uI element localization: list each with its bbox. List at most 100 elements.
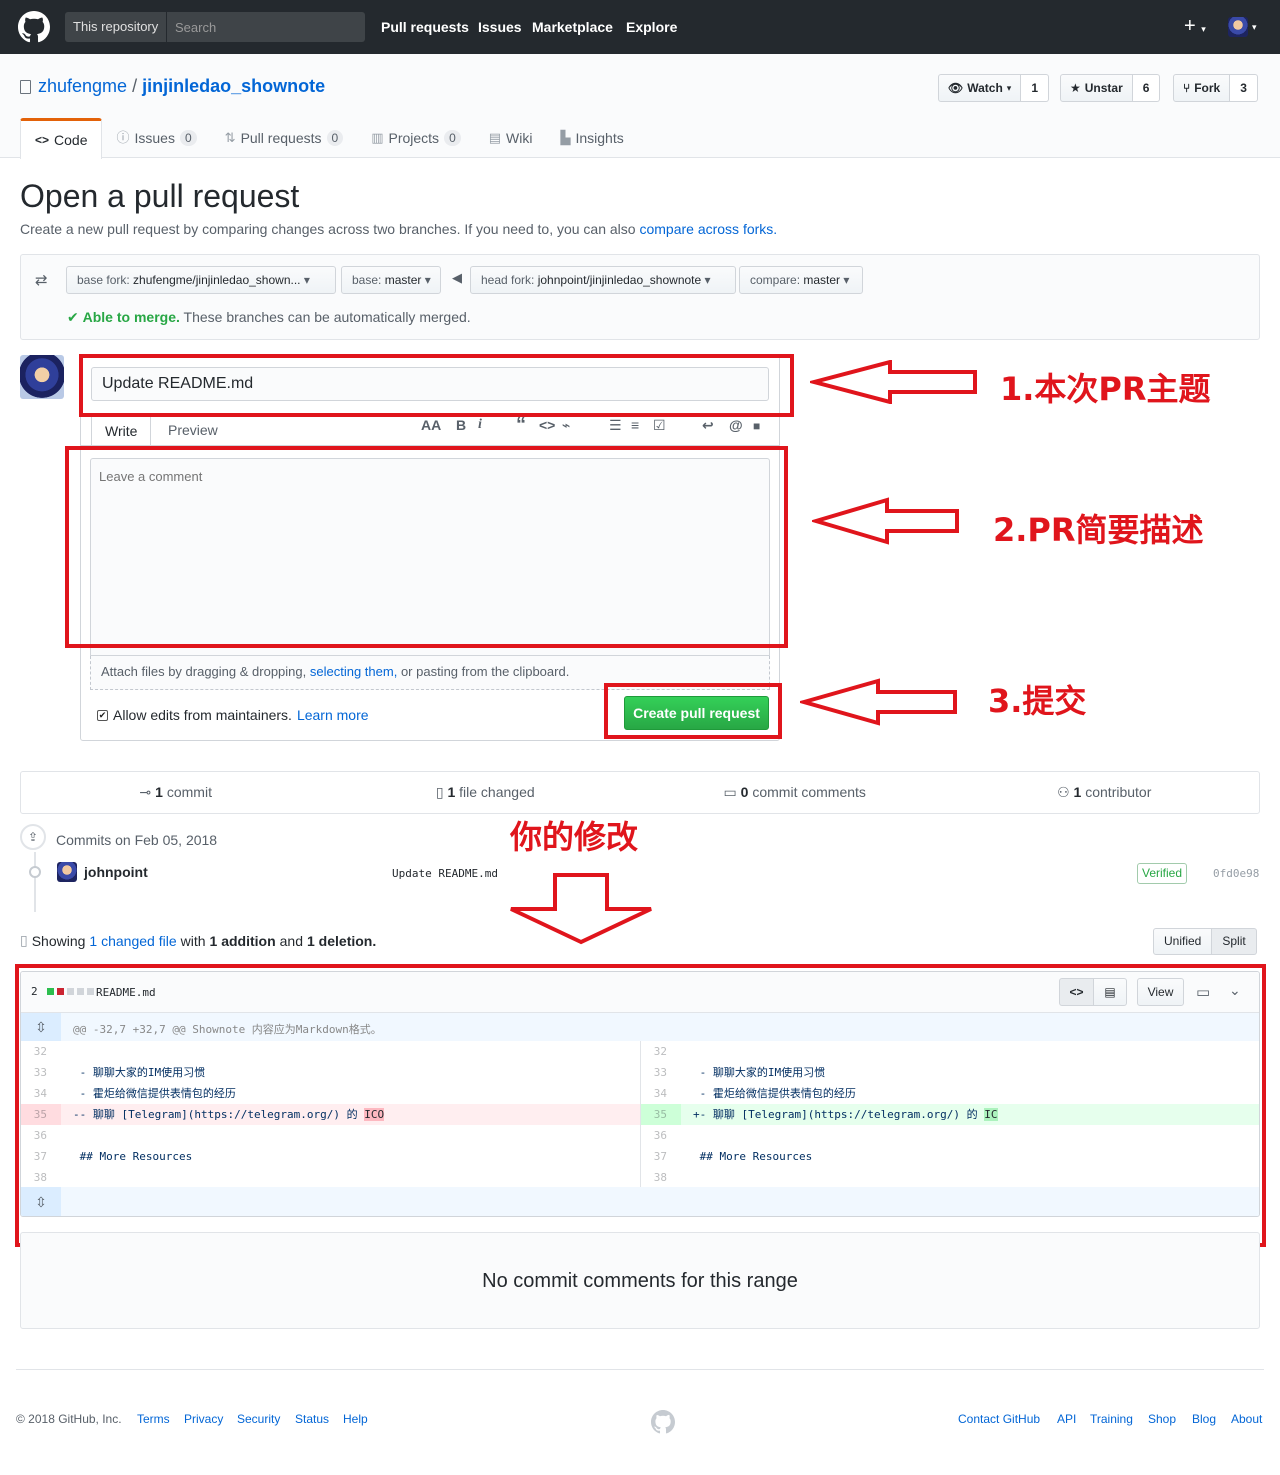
unstar-button[interactable]: ★ Unstar	[1060, 74, 1133, 102]
text-size-icon[interactable]: AA	[421, 417, 441, 433]
github-mark-icon[interactable]	[651, 1410, 675, 1434]
nav-explore[interactable]: Explore	[626, 0, 677, 54]
tab-preview[interactable]: Preview	[155, 414, 231, 446]
footer-link-help[interactable]: Help	[343, 1412, 368, 1426]
rich-diff-button[interactable]: ▤	[1093, 978, 1127, 1006]
italic-icon[interactable]: i	[478, 417, 482, 433]
fork-button[interactable]: ⑂ Fork	[1173, 74, 1231, 102]
commit-message-link[interactable]: Update README.md	[392, 867, 498, 880]
verified-badge[interactable]: Verified	[1137, 863, 1188, 884]
split-view-button[interactable]: Split	[1212, 928, 1257, 955]
line-number[interactable]: 35	[641, 1104, 681, 1125]
footer-link-status[interactable]: Status	[295, 1412, 329, 1426]
head-fork-select[interactable]: head fork: johnpoint/jinjinledao_shownot…	[470, 266, 736, 294]
line-number[interactable]: 36	[641, 1125, 681, 1146]
footer-link-about[interactable]: About	[1231, 1412, 1262, 1426]
tab-issues[interactable]: ⓘ Issues 0	[102, 118, 210, 158]
file-diff-icon: ▯	[435, 784, 444, 800]
changed-files-link[interactable]: 1 changed file	[89, 933, 176, 949]
nav-pull-requests[interactable]: Pull requests	[381, 0, 469, 54]
line-number[interactable]: 34	[21, 1083, 61, 1104]
expand-icon[interactable]: ⇳	[21, 1013, 61, 1041]
stat-files[interactable]: ▯ 1 file changed	[331, 772, 641, 813]
watch-button[interactable]: 👁 Watch ▾	[938, 74, 1022, 102]
expand-icon[interactable]: ⇳	[21, 1187, 61, 1216]
footer-link-security[interactable]: Security	[237, 1412, 280, 1426]
quote-icon[interactable]: “	[516, 414, 526, 437]
ordered-list-icon[interactable]: ≡	[631, 417, 639, 433]
commit-author-avatar[interactable]	[57, 862, 77, 882]
line-number[interactable]: 32	[641, 1041, 681, 1062]
desktop-icon[interactable]: ▭	[1196, 983, 1210, 1001]
line-number[interactable]: 37	[641, 1146, 681, 1167]
nav-issues[interactable]: Issues	[478, 0, 522, 54]
watch-count[interactable]: 1	[1021, 74, 1050, 102]
source-diff-button[interactable]: <>	[1059, 978, 1094, 1006]
footer-link-blog[interactable]: Blog	[1192, 1412, 1216, 1426]
task-list-icon[interactable]: ☑	[653, 417, 666, 434]
line-number[interactable]: 38	[21, 1167, 61, 1188]
compare-branch-select[interactable]: compare: master ▾	[739, 266, 863, 294]
tab-insights[interactable]: ▙ Insights	[546, 118, 637, 158]
line-number[interactable]: 38	[641, 1167, 681, 1188]
stat-comments[interactable]: ▭ 0 commit comments	[640, 772, 950, 813]
repo-name-link[interactable]: jinjinledao_shownote	[142, 76, 325, 96]
user-avatar-menu[interactable]	[1228, 17, 1248, 37]
line-number[interactable]: 36	[21, 1125, 61, 1146]
line-number[interactable]: 35	[21, 1104, 61, 1125]
unordered-list-icon[interactable]: ☰	[609, 417, 622, 434]
file-diff: 2 README.md <> ▤ View ▭ ⌄ ⇳ @@ -32,7 +32…	[20, 971, 1260, 1217]
caret-down-icon[interactable]: ▾	[1252, 22, 1257, 33]
commit-sha-link[interactable]: 0fd0e98	[1213, 867, 1259, 880]
file-name-link[interactable]: README.md	[96, 986, 156, 999]
code-icon: <>	[35, 133, 50, 147]
base-fork-select[interactable]: base fork: zhufengme/jinjinledao_shown..…	[66, 266, 336, 294]
footer-link-contact[interactable]: Contact GitHub	[958, 1412, 1040, 1426]
chevron-down-icon[interactable]: ⌄	[1229, 982, 1241, 999]
star-count[interactable]: 6	[1132, 74, 1161, 102]
line-number[interactable]: 32	[21, 1041, 61, 1062]
code-text: - 霍炬给微信提供表情包的经历	[693, 1087, 856, 1100]
select-files-link[interactable]: selecting them,	[310, 664, 397, 679]
view-file-button[interactable]: View	[1137, 978, 1184, 1006]
line-number[interactable]: 37	[21, 1146, 61, 1167]
saved-replies-icon[interactable]: ■	[753, 419, 760, 433]
allow-edits-checkbox[interactable]: ✔	[97, 709, 108, 721]
caret-down-icon: ▾	[1006, 83, 1012, 93]
nav-marketplace[interactable]: Marketplace	[532, 0, 613, 54]
line-number[interactable]: 34	[641, 1083, 681, 1104]
create-new-button[interactable]: + ▾	[1184, 16, 1206, 39]
tab-projects[interactable]: ▥ Projects 0	[357, 118, 475, 158]
line-number[interactable]: 33	[641, 1062, 681, 1083]
author-avatar[interactable]	[20, 355, 64, 399]
footer-link-shop[interactable]: Shop	[1148, 1412, 1176, 1426]
mention-icon[interactable]: @	[729, 417, 743, 433]
footer-link-training[interactable]: Training	[1090, 1412, 1133, 1426]
footer-link-api[interactable]: API	[1057, 1412, 1076, 1426]
github-logo-icon[interactable]	[18, 11, 50, 43]
footer-link-privacy[interactable]: Privacy	[184, 1412, 223, 1426]
tab-wiki[interactable]: ▤ Wiki	[475, 118, 547, 158]
code-icon[interactable]: <>	[539, 417, 555, 433]
reply-icon[interactable]: ↩	[702, 417, 714, 434]
stat-comments-label: commit comments	[752, 784, 866, 800]
line-number[interactable]: 33	[21, 1062, 61, 1083]
stat-contributors[interactable]: ⚇ 1 contributor	[950, 772, 1260, 813]
hunk-footer: ⇳	[21, 1187, 1259, 1216]
fork-count[interactable]: 3	[1230, 74, 1258, 102]
unified-view-button[interactable]: Unified	[1153, 928, 1213, 955]
tab-pull-requests[interactable]: ⇅ Pull requests 0	[211, 118, 358, 158]
commit-author-link[interactable]: johnpoint	[84, 864, 148, 880]
tab-write[interactable]: Write	[91, 414, 152, 446]
search-input[interactable]	[167, 12, 357, 42]
base-branch-select[interactable]: base: master ▾	[341, 266, 441, 294]
learn-more-link[interactable]: Learn more	[297, 707, 369, 723]
footer-link-terms[interactable]: Terms	[137, 1412, 170, 1426]
link-icon[interactable]: ⌁	[562, 417, 570, 434]
stat-commits[interactable]: ⊸ 1 commit	[21, 772, 331, 813]
bold-icon[interactable]: B	[456, 417, 466, 433]
tab-code[interactable]: <> Code	[20, 118, 103, 159]
compare-across-forks-link[interactable]: compare across forks.	[639, 221, 777, 237]
repo-owner-link[interactable]: zhufengme	[38, 76, 127, 96]
tab-label: Code	[54, 132, 88, 148]
